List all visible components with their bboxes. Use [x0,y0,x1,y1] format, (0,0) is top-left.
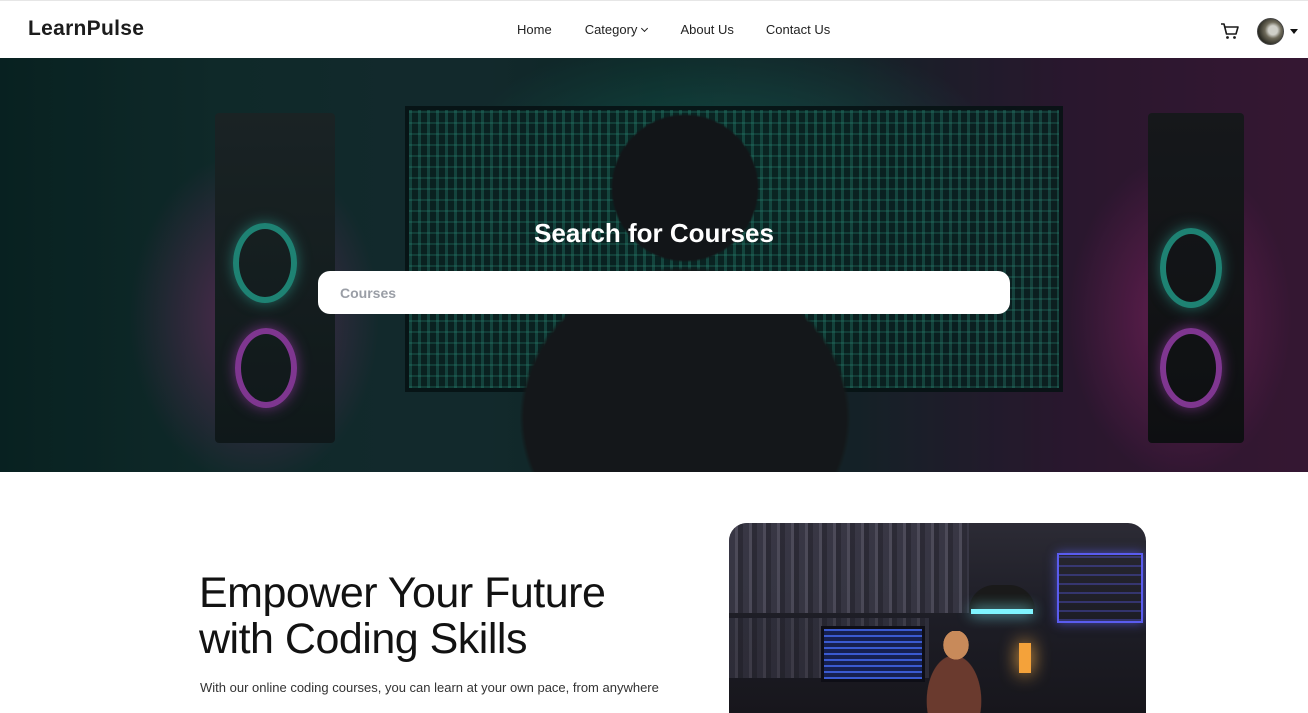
caret-down-icon [1290,28,1298,34]
nav-contact-link[interactable]: Contact Us [766,22,830,37]
nav-category-dropdown[interactable]: Category [584,22,649,37]
nav-home-link[interactable]: Home [517,22,552,37]
hero-overlay [0,58,1308,472]
intro-headline: Empower Your Future with Coding Skills [199,569,606,663]
image-candle [1019,643,1031,673]
main-nav: Home Category About Us Contact Us [517,22,830,37]
hero-banner: Search for Courses [0,58,1308,472]
image-lamp-glow [971,609,1033,614]
image-bookshelf [729,523,969,613]
image-monitor [821,626,925,682]
nav-about-link[interactable]: About Us [680,22,733,37]
user-menu[interactable] [1257,17,1301,45]
nav-category-label: Category [584,22,638,37]
intro-subtext: With our online coding courses, you can … [200,680,659,695]
top-navbar: LearnPulse Home Category About Us Contac… [0,0,1308,58]
chevron-down-icon [641,24,649,32]
course-search-input[interactable] [318,271,1010,314]
user-avatar [1257,17,1284,45]
cart-icon [1221,23,1239,39]
feature-image [729,523,1146,713]
image-code-board [1057,553,1143,623]
cart-button[interactable] [1220,22,1240,40]
hero-title: Search for Courses [534,218,774,248]
brand-logo[interactable]: LearnPulse [28,17,144,41]
